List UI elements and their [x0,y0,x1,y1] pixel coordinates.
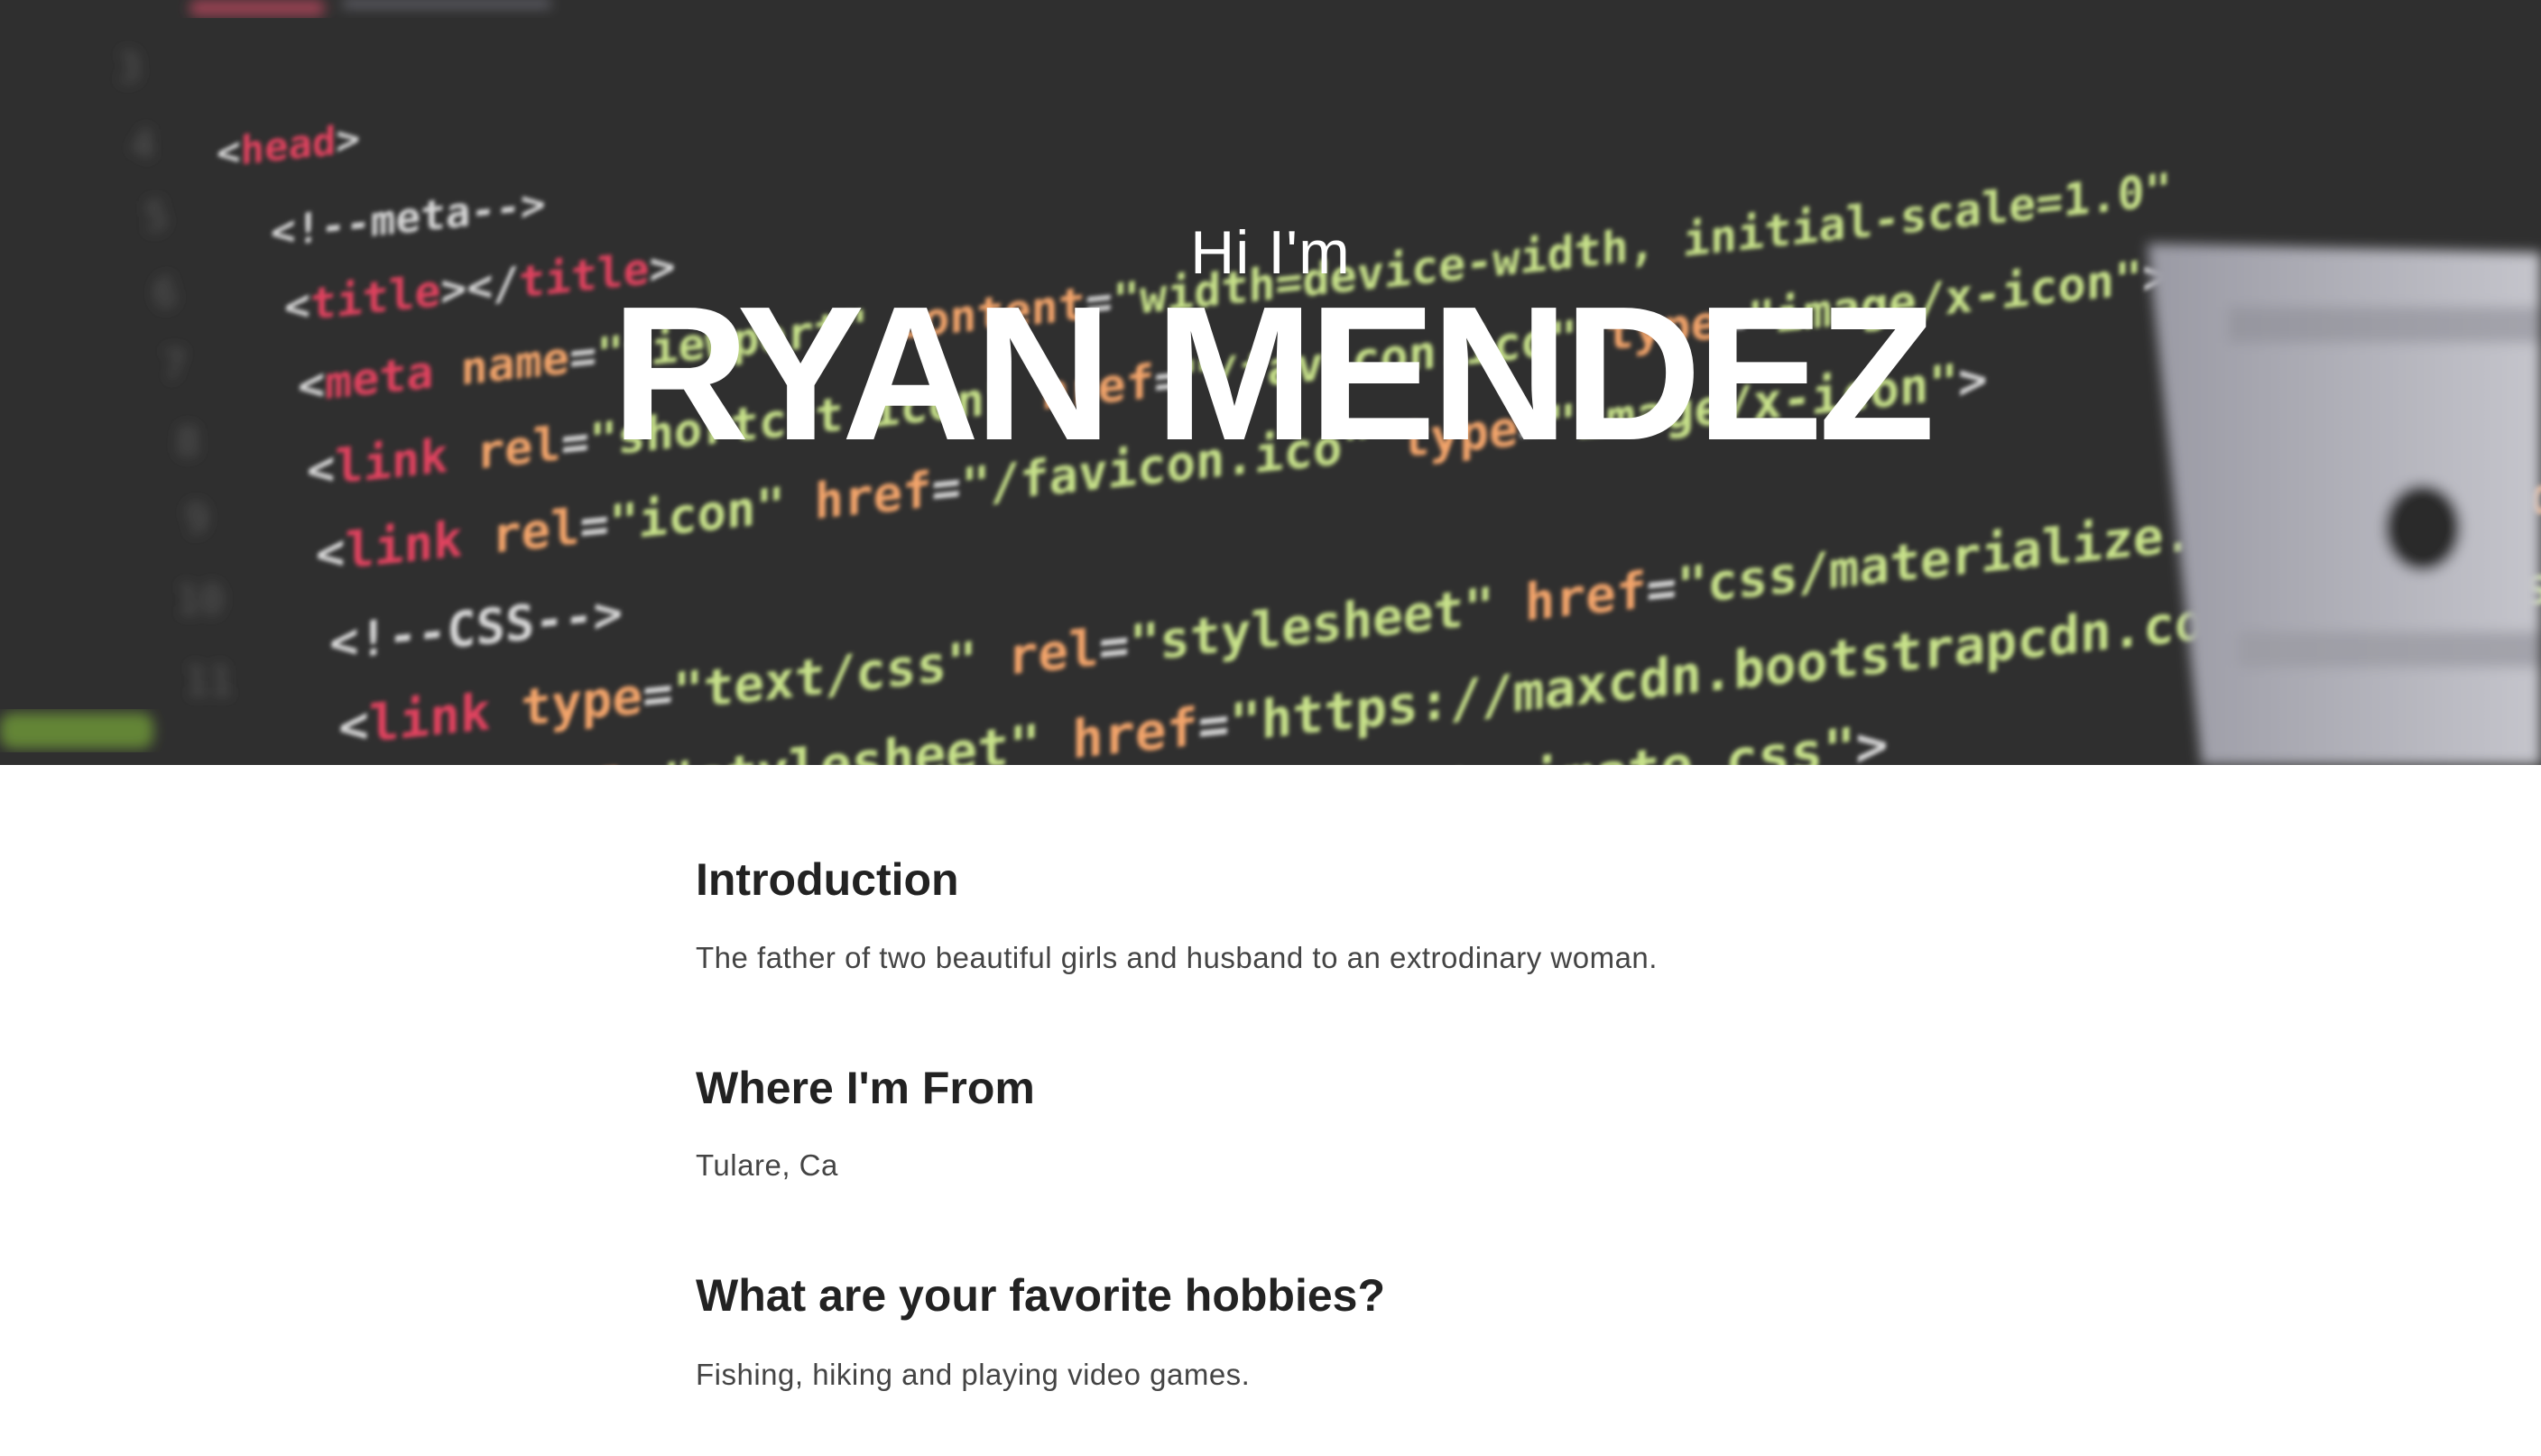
section-text-hobbies: Fishing, hiking and playing video games. [696,1358,1251,1391]
section-title-introduction: Introduction [696,854,959,905]
hero-banner: 3 4 5 6 7 8 9 10 11 <head> <!--meta--> <… [0,0,2541,765]
section-text-introduction: The father of two beautiful girls and hu… [696,941,1658,974]
section-title-where-from: Where I'm From [696,1063,1035,1113]
section-text-where-from: Tulare, Ca [696,1148,838,1182]
hero-content: Hi I'm RYAN MENDEZ [0,0,2541,765]
section-title-hobbies: What are your favorite hobbies? [696,1270,1386,1321]
hero-name: RYAN MENDEZ [611,266,1935,480]
